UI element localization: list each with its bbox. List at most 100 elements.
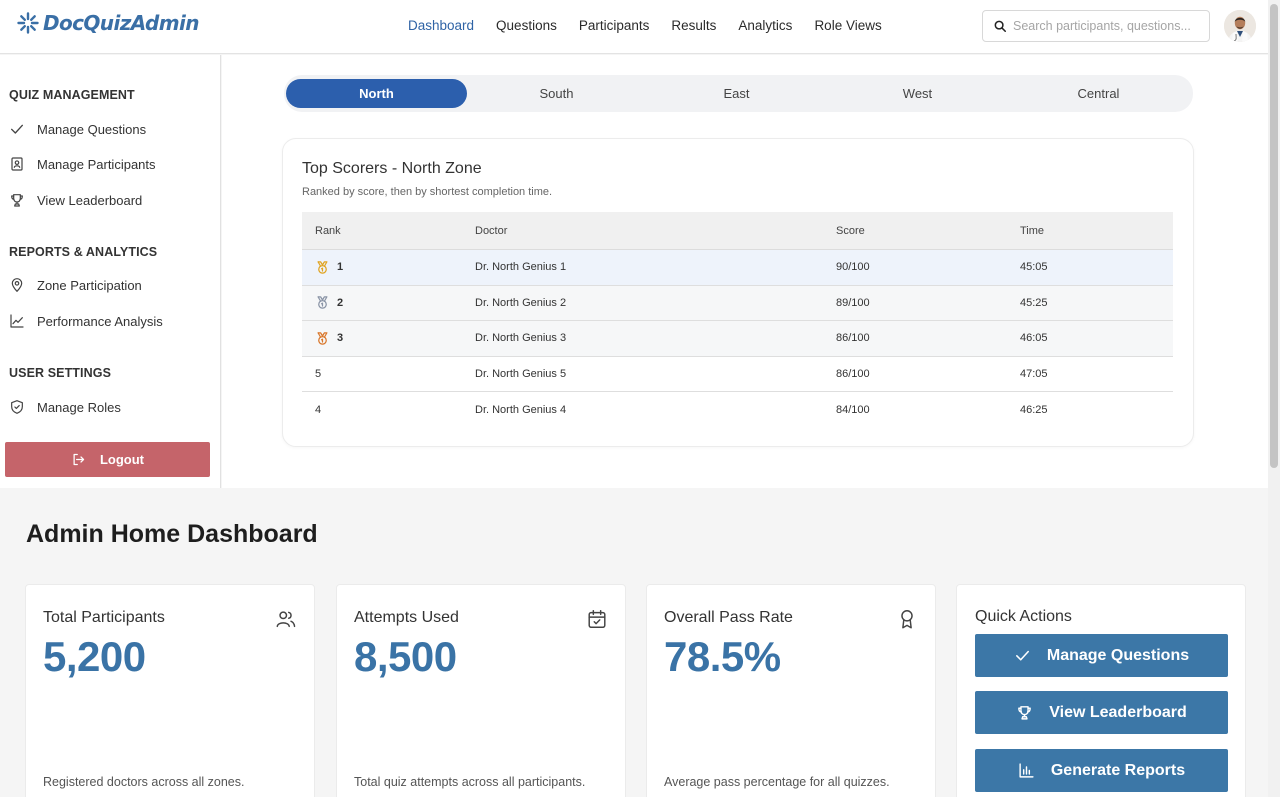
rank-value: 3 — [337, 332, 344, 345]
sidebar-item-view-leaderboard[interactable]: View Leaderboard — [9, 192, 142, 208]
column-header-time[interactable]: Time — [1020, 212, 1044, 249]
table-row[interactable]: 3 Dr. North Genius 3 86/100 46:05 — [302, 321, 1173, 357]
table-row[interactable]: 1 Dr. North Genius 1 90/100 45:05 — [302, 250, 1173, 286]
stat-label: Overall Pass Rate — [664, 609, 793, 626]
tab-central[interactable]: Central — [1008, 79, 1189, 108]
logout-label: Logout — [99, 452, 145, 467]
sidebar-section-reports-analytics: REPORTS & ANALYTICS — [9, 245, 158, 259]
users-icon — [275, 608, 297, 630]
column-header-rank[interactable]: Rank — [315, 212, 341, 249]
time-value: 46:05 — [1020, 332, 1048, 345]
sidebar-section-user-settings: USER SETTINGS — [9, 366, 112, 380]
sidebar-item-performance-analysis[interactable]: Performance Analysis — [9, 313, 163, 329]
rank-cell: 2 — [315, 286, 343, 321]
silver-medal-icon — [315, 295, 330, 310]
sidebar-item-label: Performance Analysis — [37, 313, 163, 329]
stat-description: Total quiz attempts across all participa… — [354, 775, 586, 789]
tab-east[interactable]: East — [646, 79, 827, 108]
quick-actions-title: Quick Actions — [975, 608, 1072, 625]
score-value: 86/100 — [836, 332, 870, 345]
button-label: Manage Questions — [1046, 646, 1190, 664]
time-value: 45:05 — [1020, 261, 1048, 274]
rank-cell: 3 — [315, 321, 343, 356]
button-label: Generate Reports — [1050, 761, 1186, 779]
app-name: DocQuizAdmin — [43, 11, 199, 35]
check-icon — [1014, 647, 1031, 664]
column-header-score[interactable]: Score — [836, 212, 865, 249]
trophy-icon — [9, 192, 25, 208]
sidebar-section-quiz-management: QUIZ MANAGEMENT — [9, 88, 135, 102]
page-title: Admin Home Dashboard — [26, 520, 318, 548]
line-chart-icon — [9, 313, 25, 329]
rank-value: 5 — [315, 367, 322, 380]
nav-role-views[interactable]: Role Views — [814, 18, 881, 33]
search-input[interactable] — [1013, 19, 1201, 33]
zone-tabs: North South East West Central — [284, 75, 1193, 112]
table-row[interactable]: 2 Dr. North Genius 2 89/100 45:25 — [302, 285, 1173, 321]
table-row[interactable]: 5 Dr. North Genius 5 86/100 47:05 — [302, 357, 1173, 392]
search-box[interactable] — [982, 10, 1210, 42]
sidebar: QUIZ MANAGEMENT Manage Questions Manage … — [0, 55, 221, 488]
table-row[interactable]: 4 Dr. North Genius 4 84/100 46:25 — [302, 392, 1173, 428]
top-scorers-subtitle: Ranked by score, then by shortest comple… — [302, 186, 553, 198]
button-label: View Leaderboard — [1049, 703, 1187, 721]
asterisk-logo-icon — [16, 11, 40, 35]
award-icon — [896, 608, 918, 630]
quick-actions-card: Quick Actions Manage Questions View Lead… — [956, 584, 1246, 797]
sidebar-item-manage-roles[interactable]: Manage Roles — [9, 399, 121, 415]
nav-dashboard[interactable]: Dashboard — [408, 18, 474, 33]
rank-value: 4 — [315, 403, 322, 416]
doctor-name: Dr. North Genius 3 — [475, 332, 567, 345]
top-scorers-table: Rank Doctor Score Time 1 Dr. North Geniu… — [302, 212, 1173, 428]
sidebar-item-zone-participation[interactable]: Zone Participation — [9, 277, 142, 293]
manage-questions-button[interactable]: Manage Questions — [975, 634, 1228, 677]
stat-description: Registered doctors across all zones. — [43, 775, 245, 789]
generate-reports-button[interactable]: Generate Reports — [975, 749, 1228, 792]
stat-value: 8,500 — [354, 633, 457, 680]
stat-card-pass-rate: Overall Pass Rate 78.5% Average pass per… — [646, 584, 936, 797]
sidebar-item-label: Zone Participation — [37, 277, 142, 293]
nav-analytics[interactable]: Analytics — [738, 18, 792, 33]
stat-label: Attempts Used — [354, 609, 459, 626]
rank-value: 2 — [337, 296, 344, 309]
bar-chart-icon — [1018, 762, 1035, 779]
shield-icon — [9, 399, 25, 415]
bronze-medal-icon — [315, 331, 330, 346]
score-value: 89/100 — [836, 296, 870, 309]
score-value: 84/100 — [836, 403, 870, 416]
app-logo[interactable]: DocQuizAdmin — [16, 11, 199, 35]
score-value: 86/100 — [836, 367, 870, 380]
top-scorers-title: Top Scorers - North Zone — [302, 160, 482, 177]
tab-north[interactable]: North — [286, 79, 467, 108]
gold-medal-icon — [315, 260, 330, 275]
doctor-name: Dr. North Genius 5 — [475, 367, 567, 380]
stat-value: 5,200 — [43, 633, 146, 680]
nav-questions[interactable]: Questions — [496, 18, 557, 33]
user-avatar[interactable] — [1224, 10, 1256, 42]
nav-results[interactable]: Results — [671, 18, 716, 33]
sidebar-item-label: Manage Questions — [37, 121, 147, 137]
search-icon — [993, 19, 1007, 33]
column-header-doctor[interactable]: Doctor — [475, 212, 507, 249]
main-nav: Dashboard Questions Participants Results… — [408, 18, 904, 33]
sidebar-item-manage-questions[interactable]: Manage Questions — [9, 121, 146, 137]
sidebar-item-label: Manage Roles — [37, 399, 121, 415]
map-pin-icon — [9, 277, 25, 293]
view-leaderboard-button[interactable]: View Leaderboard — [975, 691, 1228, 734]
doctor-name: Dr. North Genius 2 — [475, 296, 567, 309]
logout-button[interactable]: Logout — [5, 442, 210, 477]
sidebar-item-manage-participants[interactable]: Manage Participants — [9, 156, 156, 172]
logout-icon — [71, 452, 86, 467]
stat-card-attempts-used: Attempts Used 8,500 Total quiz attempts … — [336, 584, 626, 797]
doctor-name: Dr. North Genius 1 — [475, 261, 567, 274]
table-header: Rank Doctor Score Time — [302, 212, 1173, 250]
tab-west[interactable]: West — [827, 79, 1008, 108]
score-value: 90/100 — [836, 261, 870, 274]
stat-value: 78.5% — [664, 633, 781, 680]
nav-participants[interactable]: Participants — [579, 18, 650, 33]
tab-south[interactable]: South — [466, 79, 647, 108]
time-value: 45:25 — [1020, 296, 1048, 309]
stat-description: Average pass percentage for all quizzes. — [664, 775, 890, 789]
top-header: DocQuizAdmin Dashboard Questions Partici… — [0, 0, 1268, 54]
page-scrollbar-thumb[interactable] — [1270, 4, 1278, 468]
